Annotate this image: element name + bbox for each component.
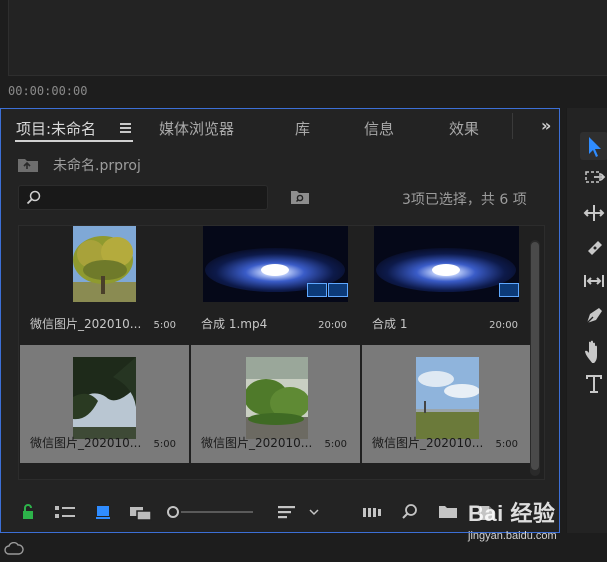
tools-panel [566,108,607,533]
active-tab-underline [15,140,133,142]
media-item[interactable]: 微信图片_202010... 5:00 [191,345,360,463]
media-item-name: 合成 1 [372,317,408,331]
media-item-duration: 5:00 [153,320,176,331]
automate-to-sequence-icon[interactable] [361,503,383,521]
slip-icon [584,275,604,287]
media-item[interactable]: 微信图片_202010... 5:00 [362,345,531,463]
media-item-duration: 5:00 [153,439,176,450]
razor-tool[interactable] [580,233,607,261]
panel-menu-icon[interactable] [120,123,131,133]
media-item-duration: 20:00 [489,320,518,331]
image-thumbnail [246,357,308,439]
media-item-name: 微信图片_202010... [372,436,484,450]
media-item-name: 合成 1.mp4 [201,317,268,331]
watermark-brand: Bai 经验 [468,501,556,526]
creative-cloud-icon[interactable] [4,542,24,556]
icon-view-icon[interactable] [95,503,111,521]
zoom-slider[interactable] [167,503,257,521]
track-select-tool[interactable] [580,164,607,192]
razor-icon [588,241,602,255]
media-item-duration: 5:00 [324,439,347,450]
monitor-viewport [8,0,607,76]
chevron-down-icon[interactable] [308,503,320,521]
sequence-badge-icon [499,283,519,297]
new-search-bin-icon[interactable] [290,189,310,205]
tab-divider [512,113,513,139]
search-field[interactable] [18,185,268,210]
zoom-slider-handle[interactable] [167,506,179,518]
zoom-slider-track [181,511,253,513]
media-item-name: 微信图片_202010... [30,436,142,450]
sort-icon[interactable] [277,503,297,521]
search-icon [26,190,41,205]
media-grid: 微信图片_202010... 5:00 合成 1.mp4 20:00 合成 1 … [18,225,545,480]
video-badge-icon [307,283,327,297]
project-panel: 项目:未命名 媒体浏览器 库 信息 效果 » 未命名.prproj 3项已选择，… [0,108,560,533]
media-item[interactable]: 微信图片_202010... 5:00 [20,345,189,463]
scrollbar-thumb[interactable] [531,242,539,470]
pen-icon [586,308,602,324]
selection-info: 3项已选择，共 6 项 [402,192,527,208]
tab-info[interactable]: 信息 [364,118,394,139]
image-thumbnail [416,357,479,439]
grid-scrollbar[interactable] [530,240,540,476]
watermark-url: jingyan.baidu.com [468,530,557,542]
baidu-watermark: Bai 经验 jingyan.baidu.com [468,494,598,550]
hand-icon [585,340,597,364]
program-monitor: 00:00:00:00 [0,0,607,104]
media-item-name: 微信图片_202010... [201,436,313,450]
type-icon [586,375,602,393]
tab-effects[interactable]: 效果 [449,118,479,139]
tab-overflow-icon[interactable]: » [541,116,551,135]
media-item[interactable]: 合成 1.mp4 20:00 [191,226,360,344]
find-icon[interactable] [401,503,419,521]
media-item-duration: 20:00 [318,320,347,331]
audio-badge-icon [328,283,348,297]
lock-icon[interactable] [21,503,35,521]
selection-tool[interactable] [580,132,607,160]
media-item[interactable]: 合成 1 20:00 [362,226,531,344]
tab-media-browser[interactable]: 媒体浏览器 [159,118,234,139]
type-tool[interactable] [580,369,607,397]
project-file-row: 未命名.prproj [15,153,415,177]
project-folder-icon[interactable] [17,157,39,173]
freeform-view-icon[interactable] [129,503,153,521]
list-view-icon[interactable] [54,503,76,521]
image-thumbnail [73,226,136,302]
image-thumbnail [73,357,136,439]
pen-tool[interactable] [580,301,607,329]
ripple-edit-icon [583,205,605,221]
track-select-icon [585,171,606,183]
media-item-duration: 5:00 [495,439,518,450]
slip-tool[interactable] [580,267,607,295]
project-file-name: 未命名.prproj [53,158,141,174]
media-item-name: 微信图片_202010... [30,317,142,331]
tab-project[interactable]: 项目:未命名 [16,118,96,139]
sequence-thumbnail [374,226,519,302]
arrow-cursor-icon [589,137,601,157]
panel-tabs: 项目:未命名 媒体浏览器 库 信息 效果 » [1,109,559,145]
ripple-edit-tool[interactable] [580,199,607,227]
timecode-display[interactable]: 00:00:00:00 [8,84,87,98]
hand-tool[interactable] [580,335,607,364]
new-bin-icon[interactable] [438,503,458,521]
media-item[interactable]: 微信图片_202010... 5:00 [20,226,189,344]
tab-libraries[interactable]: 库 [295,118,310,139]
